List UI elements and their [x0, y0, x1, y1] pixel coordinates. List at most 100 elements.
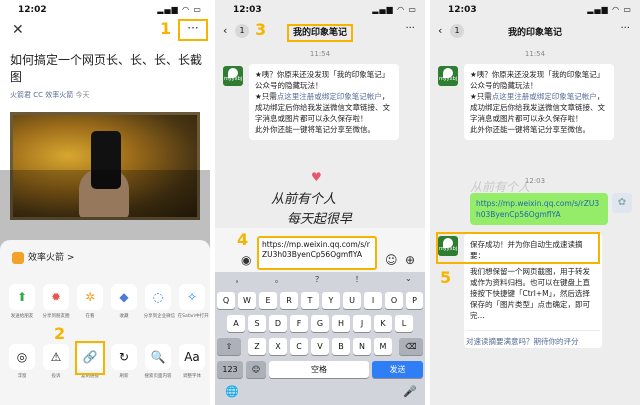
- suggestion-bar: ， 。 ？ ！ ⌄: [215, 272, 425, 288]
- sent-link-message[interactable]: https://mp.weixin.qq.com/s/rZU3h03ByenCp…: [470, 193, 608, 225]
- suggestion-exclaim[interactable]: ！: [355, 274, 363, 285]
- float-window-icon: ◎: [9, 344, 35, 370]
- status-bar: 12:03 ▂▄▆ ◠ ▭: [215, 0, 425, 18]
- article-author[interactable]: 火箭君 CC 效率火箭: [10, 91, 73, 99]
- close-icon[interactable]: ✕: [12, 22, 24, 38]
- key-f[interactable]: F: [290, 315, 308, 332]
- sheet-title[interactable]: 效率火箭 >: [12, 250, 74, 264]
- welcome-message: ★咦？你原来还没发现「我的印象笔记」公众号的隐藏玩法！ ★只需点这里注册或绑定印…: [464, 64, 614, 140]
- key-e[interactable]: E: [259, 292, 277, 309]
- chat-title: 我的印象笔记: [507, 28, 562, 38]
- more-icon[interactable]: ···: [405, 23, 415, 34]
- suggestion-period[interactable]: 。: [275, 274, 283, 285]
- suggestion-comma[interactable]: ，: [235, 274, 243, 285]
- wecom-icon: ◌: [145, 284, 171, 310]
- article-title: 如何搞定一个网页长、长、长、长截图: [10, 53, 203, 84]
- key-o[interactable]: O: [385, 292, 403, 309]
- signal-wifi-battery-icon: ▂▄▆ ◠ ▭: [372, 5, 417, 14]
- float-window-button[interactable]: ◎ 浮窗: [6, 344, 38, 379]
- key-v[interactable]: V: [311, 338, 329, 355]
- step-number-3: 3: [255, 20, 267, 39]
- key-t[interactable]: T: [301, 292, 319, 309]
- success-highlight: [436, 232, 600, 264]
- font-icon: Aa: [179, 344, 205, 370]
- status-bar: 12:02 ▂▄▆ ◠ ▭: [0, 0, 210, 18]
- register-link[interactable]: 点这里注册或绑定印象笔记帐户: [492, 92, 597, 101]
- more-options-button[interactable]: ···: [178, 19, 208, 41]
- key-w[interactable]: W: [238, 292, 256, 309]
- key-z[interactable]: Z: [248, 338, 266, 355]
- keyboard: ， 。 ？ ！ ⌄ Q W E R T Y U I O P A S D F G …: [215, 272, 425, 405]
- voice-icon[interactable]: ◉: [241, 253, 251, 267]
- space-key[interactable]: 空格: [269, 361, 369, 378]
- article-date: 今天: [75, 91, 90, 99]
- message-input[interactable]: https://mp.weixin.qq.com/s/rZU3h03ByenCp…: [257, 236, 377, 270]
- input-bar: 4 ◉ https://mp.weixin.qq.com/s/rZU3h03By…: [215, 228, 425, 272]
- key-g[interactable]: G: [311, 315, 329, 332]
- key-s[interactable]: S: [248, 315, 266, 332]
- moments-icon: ✹: [43, 284, 69, 310]
- send-key[interactable]: 发送: [372, 361, 423, 378]
- copy-link-highlight: [75, 341, 105, 375]
- share-icon: ⬆: [9, 284, 35, 310]
- key-i[interactable]: I: [364, 292, 382, 309]
- key-y[interactable]: Y: [322, 292, 340, 309]
- key-c[interactable]: C: [290, 338, 308, 355]
- status-bar: 12:03 ▂▄▆ ◠ ▭: [430, 0, 640, 18]
- open-in-safari[interactable]: ✧ 在Safari中打开: [176, 284, 209, 319]
- mic-icon[interactable]: 🎤: [403, 385, 417, 398]
- user-avatar[interactable]: ✿: [612, 193, 632, 213]
- suggestion-question[interactable]: ？: [315, 274, 323, 285]
- evernote-avatar[interactable]: myyxbj: [223, 66, 243, 86]
- evernote-avatar[interactable]: myyxbj: [438, 66, 458, 86]
- warning-icon: ⚠: [43, 344, 69, 370]
- register-link[interactable]: 点这里注册或绑定印象笔记帐户: [277, 92, 382, 101]
- welcome-message: ★咦？你原来还没发现「我的印象笔记」公众号的隐藏玩法！ ★只需点这里注册或绑定印…: [249, 64, 399, 140]
- numbers-key[interactable]: 123: [217, 361, 243, 378]
- phone-saved-result-screen: 12:03 ▂▄▆ ◠ ▭ ‹ 1 我的印象笔记 ··· 11:54 myyxb…: [430, 0, 640, 405]
- key-x[interactable]: X: [269, 338, 287, 355]
- share-send-friend[interactable]: ⬆ 发送给朋友: [6, 284, 38, 319]
- globe-icon[interactable]: 🌐: [225, 385, 239, 398]
- key-d[interactable]: D: [269, 315, 287, 332]
- chat-header: ‹ 1 我的印象笔记 ···: [430, 18, 640, 44]
- search-icon: 🔍: [145, 344, 171, 370]
- share-wecom[interactable]: ◌ 分享到企业微信: [142, 284, 175, 319]
- font-size-button[interactable]: Aa 调整字体: [176, 344, 208, 379]
- wow-icon: ✲: [77, 284, 103, 310]
- key-p[interactable]: P: [406, 292, 423, 309]
- key-b[interactable]: B: [332, 338, 350, 355]
- search-page-button[interactable]: 🔍 搜索页面内容: [142, 344, 174, 379]
- key-r[interactable]: R: [280, 292, 298, 309]
- share-favorite[interactable]: ◆ 收藏: [108, 284, 140, 319]
- backspace-key[interactable]: ⌫: [399, 338, 423, 355]
- key-u[interactable]: U: [343, 292, 361, 309]
- refresh-button[interactable]: ↻ 刷新: [108, 344, 140, 379]
- key-k[interactable]: K: [374, 315, 392, 332]
- key-n[interactable]: N: [353, 338, 371, 355]
- share-moments[interactable]: ✹ 分享到朋友圈: [40, 284, 72, 319]
- favorite-icon: ◆: [111, 284, 137, 310]
- key-h[interactable]: H: [332, 315, 350, 332]
- phone-article-screen: 12:02 ▂▄▆ ◠ ▭ ✕ 1 ··· 如何搞定一个网页长、长、长、长截图 …: [0, 0, 210, 405]
- key-m[interactable]: M: [374, 338, 392, 355]
- divider: [466, 330, 600, 331]
- key-q[interactable]: Q: [217, 292, 235, 309]
- handwriting-line-1: 从前有个人: [271, 192, 337, 207]
- plus-icon[interactable]: ⊕: [405, 253, 415, 267]
- key-j[interactable]: J: [353, 315, 371, 332]
- emoji-icon[interactable]: ☺: [385, 253, 398, 267]
- collapse-icon[interactable]: ⌄: [405, 274, 412, 283]
- safari-icon: ✧: [179, 284, 205, 310]
- shift-key[interactable]: ⇧: [217, 338, 241, 355]
- feedback-link[interactable]: 对速读摘要满意吗？期待你的评分: [466, 336, 579, 347]
- key-a[interactable]: A: [227, 315, 245, 332]
- complain-button[interactable]: ⚠ 投诉: [40, 344, 72, 379]
- share-wow[interactable]: ✲ 在看: [74, 284, 106, 319]
- emoji-key[interactable]: ☺: [246, 361, 266, 378]
- refresh-icon: ↻: [111, 344, 137, 370]
- status-time: 12:03: [448, 5, 477, 15]
- key-l[interactable]: L: [395, 315, 413, 332]
- reply-body: 我们想保留一个网页截图，用于转发或作为资料归档。也可以在键盘上直接按下快捷键「C…: [470, 267, 590, 320]
- more-icon[interactable]: ···: [620, 23, 630, 34]
